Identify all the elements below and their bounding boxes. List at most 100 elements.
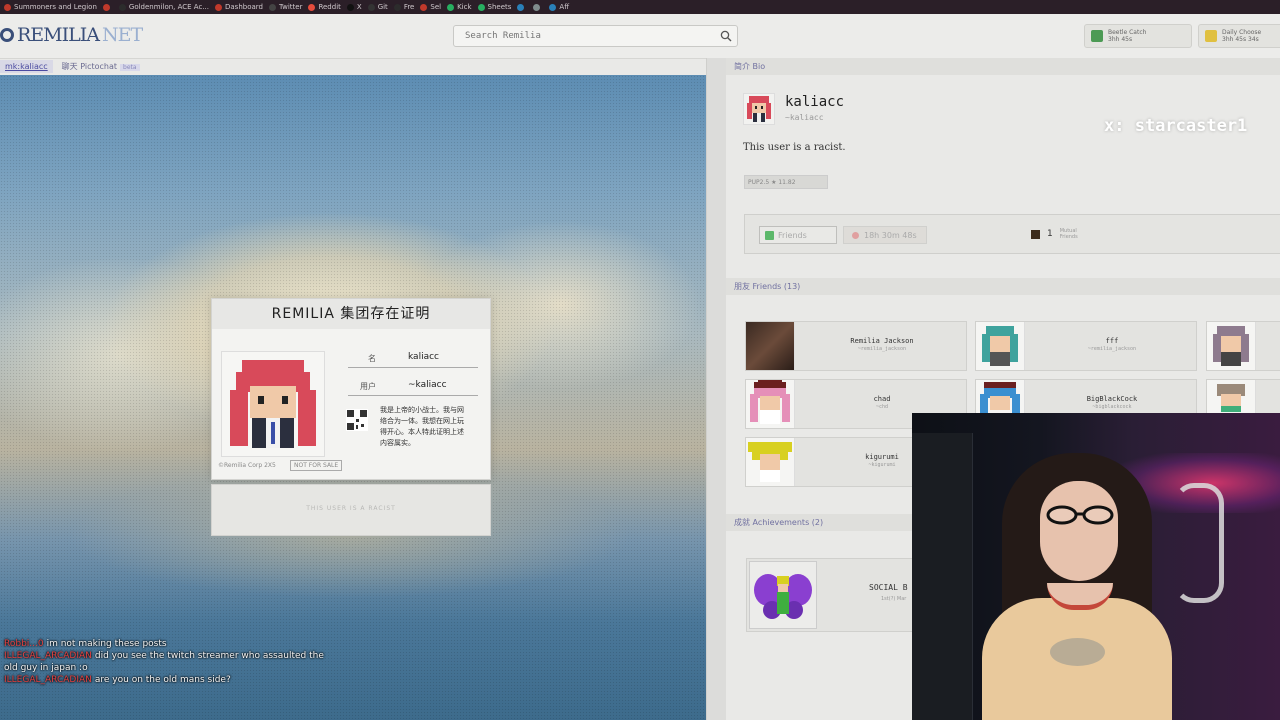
- bookmark-label: Reddit: [318, 3, 341, 11]
- chat-text: im not making these posts: [46, 639, 167, 649]
- site-logo[interactable]: REMILIA NET: [0, 24, 143, 46]
- bookmark-item[interactable]: Dashboard: [215, 3, 263, 11]
- bookmark-favicon-icon: [118, 3, 126, 11]
- avatar: [976, 322, 1025, 370]
- mutual-friends[interactable]: 1 Mutual Friends: [1031, 228, 1088, 240]
- friends-section-header: 朋友 Friends (13): [726, 278, 1280, 295]
- widget-sub: 3hh 45s 34s: [1222, 36, 1259, 43]
- tab-pictochat[interactable]: 聊天 Pictochat beta: [57, 59, 145, 74]
- friend-handle: ~chd: [875, 404, 889, 410]
- id-card-name-row: 名 kaliacc: [348, 351, 478, 368]
- friend-card[interactable]: Remilia Jackson ~remilia_jackson: [745, 321, 967, 371]
- gear-logo-icon: [0, 28, 14, 42]
- pane-divider[interactable]: [706, 58, 727, 720]
- bookmark-item[interactable]: Kick: [447, 3, 472, 11]
- clock-icon: [852, 231, 859, 239]
- bookmark-favicon-icon: [549, 3, 557, 11]
- name-label: 名: [368, 354, 376, 363]
- bookmark-label: Fre: [403, 3, 415, 11]
- chat-message: ILLEGAL_ARCADIAN did you see the twitch s…: [4, 650, 324, 674]
- logo-suffix: NET: [101, 24, 143, 46]
- widget-title: Daily Choose: [1222, 29, 1262, 36]
- achievement-sub: 1st(?) Mar: [881, 596, 907, 602]
- avatar[interactable]: [743, 93, 775, 125]
- pixel-avatar-icon: [747, 96, 771, 122]
- friend-handle: ~remilia_jackson: [857, 346, 907, 352]
- bookmark-item[interactable]: X: [346, 3, 362, 11]
- search-input[interactable]: [463, 30, 717, 42]
- bookmark-item[interactable]: Summoners and Legion: [4, 3, 97, 11]
- daily-choose-widget[interactable]: Daily Choose 3hh 45s 34s: [1198, 24, 1280, 48]
- gift-icon: [1205, 30, 1217, 42]
- mutual-count: 1: [1047, 229, 1053, 239]
- id-card-user-row: 用户 ~kaliacc: [348, 379, 478, 396]
- friends-button[interactable]: Friends: [759, 226, 837, 244]
- bookmark-favicon-icon: [215, 3, 222, 11]
- widget-title: Beetle Catch: [1108, 29, 1147, 36]
- chat-text: are you on the old mans side?: [94, 675, 231, 685]
- microphone-arm: [1174, 483, 1224, 603]
- friend-name: Remilia Jackson: [850, 337, 914, 345]
- not-for-sale-stamp: NOT FOR SALE: [290, 460, 343, 471]
- bookmark-item[interactable]: Twitter: [268, 3, 302, 11]
- id-card-back[interactable]: THIS USER IS A RACIST: [211, 484, 491, 536]
- bookmark-label: Sel: [430, 3, 442, 11]
- bookmark-item[interactable]: [102, 3, 113, 11]
- site-header: REMILIANET Beetle Catch3hh 45s Daily Cho…: [0, 14, 1280, 59]
- mutual-friends-icon: [1031, 229, 1040, 239]
- avatar: [1207, 322, 1256, 370]
- glasses-icon: [1046, 505, 1114, 525]
- bookmark-favicon-icon: [477, 3, 485, 11]
- friend-card[interactable]: [1206, 321, 1280, 371]
- bookmark-favicon-icon: [268, 3, 276, 11]
- id-card-copyright: ©Remilia Corp 2X5: [218, 462, 276, 469]
- avatar: [746, 322, 795, 370]
- qr-code-icon: [346, 409, 368, 431]
- tab-profile[interactable]: mk:kaliacc: [0, 60, 53, 73]
- bookmark-label: Goldenmilon, ACE Ac...: [128, 3, 209, 11]
- bookmark-item[interactable]: Sheets: [477, 3, 512, 11]
- id-card-description: 我是上帝的小战士。我与网络合为一体。我想在网上玩得开心。本人特此证明上述内容属实…: [380, 406, 464, 447]
- pixel-avatar-icon: [230, 360, 316, 448]
- id-card-back-text: THIS USER IS A RACIST: [306, 505, 396, 512]
- name-value: kaliacc: [408, 352, 439, 362]
- profile-name: kaliacc: [785, 94, 845, 110]
- beetle-catch-widget[interactable]: Beetle Catch 3hh 45s: [1084, 24, 1192, 48]
- id-card-front[interactable]: REMILIA 集团存在证明 名 kaliacc 用户 ~kaliacc 我是上…: [211, 298, 491, 480]
- bookmark-favicon-icon: [102, 3, 110, 11]
- friends-button-label: Friends: [778, 230, 807, 240]
- friend-name: fff: [1105, 337, 1119, 345]
- bookmark-item[interactable]: [533, 3, 543, 11]
- bookmark-item[interactable]: Fre: [393, 3, 415, 11]
- bookmark-item[interactable]: Goldenmilon, ACE Ac...: [118, 3, 209, 11]
- bookmark-item[interactable]: Git: [367, 3, 388, 11]
- bookmark-favicon-icon: [533, 3, 541, 11]
- friend-card[interactable]: fff ~remilia_jackson: [975, 321, 1197, 371]
- id-card: REMILIA 集团存在证明 名 kaliacc 用户 ~kaliacc 我是上…: [207, 294, 495, 540]
- chat-username: ILLEGAL_ARCADIAN: [4, 651, 92, 661]
- bio-section-header: 简介 Bio: [726, 58, 1280, 75]
- bookmark-label: Git: [377, 3, 388, 11]
- bookmark-label: Aff: [559, 3, 570, 11]
- bookmark-item[interactable]: Sel: [420, 3, 441, 11]
- streamer-webcam: [912, 413, 1280, 720]
- butterfly-badge-icon: [749, 561, 817, 629]
- bookmark-favicon-icon: [393, 3, 401, 11]
- bookmark-item[interactable]: Reddit: [308, 3, 341, 11]
- widget-sub: 3hh 45s: [1108, 36, 1133, 43]
- bookmark-favicon-icon: [517, 3, 525, 11]
- achievement-name: SOCIAL B: [869, 583, 908, 592]
- search-icon[interactable]: [720, 30, 732, 42]
- bookmark-item[interactable]: Aff: [549, 3, 569, 11]
- avatar: [221, 351, 325, 457]
- stream-watermark: x: starcaster1: [1104, 116, 1248, 136]
- bookmark-label: Sheets: [487, 3, 512, 11]
- profile-action-bar: Friends 18h 30m 48s 1 Mutual Friends: [744, 214, 1280, 254]
- tab-label: 聊天 Pictochat: [61, 62, 118, 71]
- tab-bar: mk:kaliacc 聊天 Pictochat beta: [0, 58, 706, 75]
- user-label: 用户: [360, 382, 376, 391]
- timer-button[interactable]: 18h 30m 48s: [843, 226, 927, 244]
- search-box[interactable]: [453, 25, 738, 47]
- bookmark-item[interactable]: [517, 3, 527, 11]
- beta-badge: beta: [120, 64, 140, 71]
